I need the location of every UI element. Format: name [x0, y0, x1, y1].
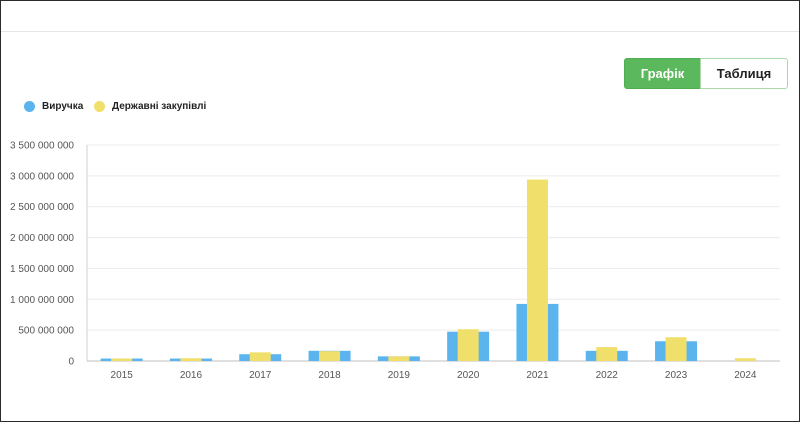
bar-procurement	[249, 352, 271, 361]
x-tick-label: 2023	[665, 370, 688, 381]
bar-procurement	[180, 358, 202, 361]
bar-procurement	[665, 337, 687, 361]
bar-chart: 0 500 000 000 1 000 000 000 1 500 000 000 2 …	[10, 141, 780, 381]
bar-procurement	[734, 358, 756, 361]
y-tick-label: 500 000 000	[18, 326, 74, 337]
x-tick-label: 2019	[388, 370, 411, 381]
y-tick-label: 2 000 000 000	[10, 233, 74, 244]
x-tick-label: 2016	[180, 370, 203, 381]
y-tick-label: 2 500 000 000	[10, 202, 74, 213]
x-tick-label: 2015	[111, 370, 134, 381]
y-tick-label: 0	[68, 357, 74, 368]
bar-procurement	[111, 358, 133, 361]
x-tick-label: 2017	[249, 370, 272, 381]
x-tick-label: 2024	[734, 370, 757, 381]
y-tick-label: 3 000 000 000	[10, 171, 74, 182]
y-tick-label: 3 500 000 000	[10, 141, 74, 152]
x-tick-label: 2022	[596, 370, 619, 381]
bar-procurement	[457, 329, 479, 361]
x-tick-label: 2021	[526, 370, 549, 381]
y-tick-label: 1 500 000 000	[10, 264, 74, 275]
bar-procurement	[526, 179, 548, 361]
y-tick-label: 1 000 000 000	[10, 295, 74, 306]
x-tick-label: 2018	[318, 370, 341, 381]
bar-procurement	[596, 347, 618, 361]
x-tick-label: 2020	[457, 370, 480, 381]
bar-procurement	[319, 351, 341, 361]
bar-procurement	[388, 356, 410, 361]
